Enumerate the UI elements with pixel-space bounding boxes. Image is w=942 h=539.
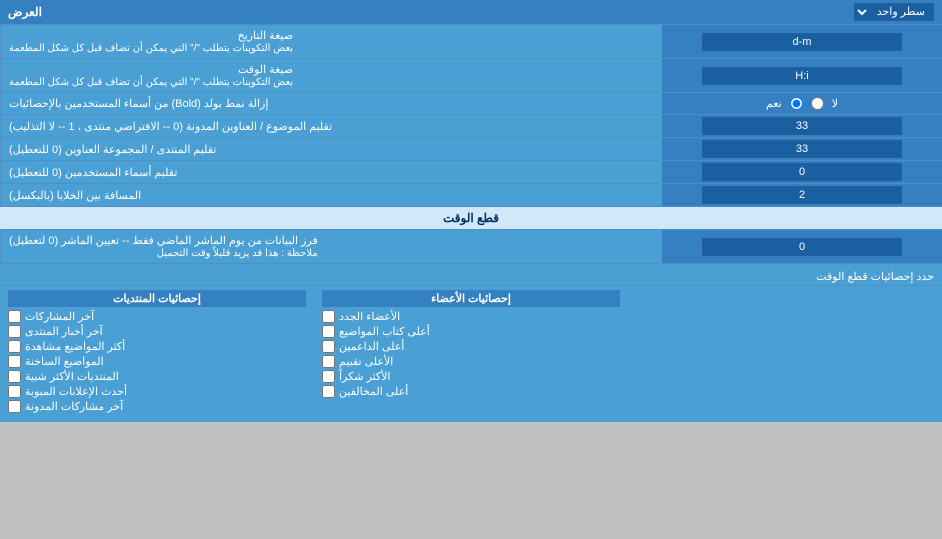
cb-most-viewed: أكثر المواضيع مشاهدة [8,339,306,354]
time-filter-input[interactable] [702,238,902,256]
user-names-label: تقليم أسماء المستخدمين (0 للتعطيل) [0,161,662,183]
cell-spacing-row: المسافة بين الخلايا (بالبكسل) [0,184,942,207]
time-format-input[interactable] [702,67,902,85]
user-names-input[interactable] [702,163,902,181]
date-format-input[interactable] [702,33,902,51]
cb-hot-topics-input[interactable] [8,355,21,368]
forum-address-input-cell [662,138,942,160]
cb-top-violations-input[interactable] [322,385,335,398]
time-cut-header: قطع الوقت [0,207,942,230]
cb-top-supporters: أعلى الداعمين [322,339,620,354]
cb-top-writers-input[interactable] [322,325,335,338]
bold-no-radio[interactable] [811,97,824,110]
cb-most-thanks: الأكثر شكراً [322,369,620,384]
cb-latest-posts: آخر المشاركات [8,309,306,324]
stats-posts-header: إحصائيات المنتديات [8,290,306,307]
time-filter-label: فرز البيانات من يوم الماشر الماضي فقط --… [0,230,662,263]
cb-new-members-input[interactable] [322,310,335,323]
cb-most-viewed-input[interactable] [8,340,21,353]
bold-yes-radio[interactable] [790,97,803,110]
cell-spacing-label: المسافة بين الخلايا (بالبكسل) [0,184,662,206]
time-format-input-cell [662,59,942,92]
cb-top-violations: أعلى المخالفين [322,384,620,399]
single-line-select[interactable]: سطر واحد سطران ثلاثة أسطر [854,3,934,21]
stats-members-col: إحصائيات الأعضاء الأعضاء الجدد أعلى كتاب… [314,288,628,416]
cb-most-forums: المنتديات الأكثر شبية [8,369,306,384]
bold-remove-row: لا نعم إزالة نمط بولد (Bold) من أسماء ال… [0,93,942,115]
cb-classified-ads: أحدث الإعلانات المبوبة [8,384,306,399]
cb-top-rated-input[interactable] [322,355,335,368]
bold-radio-cell: لا نعم [662,93,942,114]
stats-members-header: إحصائيات الأعضاء [322,290,620,307]
top-header-row: سطر واحد سطران ثلاثة أسطر العرض [0,0,942,25]
page-title: العرض [8,5,42,19]
cb-forum-news: آخر أخبار المنتدى [8,324,306,339]
forum-address-label: تقليم المنتدى / المجموعة العناوين (0 للت… [0,138,662,160]
cb-top-rated: الأعلى تقييم [322,354,620,369]
stats-section-label: حدد إحصائيات قطع الوقت [8,270,934,283]
cb-new-members: الأعضاء الجدد [322,309,620,324]
cb-top-supporters-input[interactable] [322,340,335,353]
topic-address-label: تقليم الموضوع / العناوين المدونة (0 -- ا… [0,115,662,137]
checkbox-columns: إحصائيات المنتديات آخر المشاركات آخر أخب… [0,286,942,418]
bold-remove-label: إزالة نمط بولد (Bold) من أسماء المستخدمي… [0,93,662,114]
main-container: سطر واحد سطران ثلاثة أسطر العرض صيغة الت… [0,0,942,422]
stats-section: حدد إحصائيات قطع الوقت إحصائيات المنتديا… [0,264,942,422]
cell-spacing-input[interactable] [702,186,902,204]
date-format-input-cell [662,25,942,58]
cb-blog-posts-input[interactable] [8,400,21,413]
bold-radio-group: لا نعم [762,95,842,112]
bold-yes-label: نعم [766,97,782,110]
time-format-label: صيغة الوقتبعض التكوينات يتطلب "/" التي ي… [0,59,662,92]
stats-empty-col [628,288,942,416]
forum-address-row: تقليم المنتدى / المجموعة العناوين (0 للت… [0,138,942,161]
stats-posts-col: إحصائيات المنتديات آخر المشاركات آخر أخب… [0,288,314,416]
cb-top-writers: أعلى كتاب المواضيع [322,324,620,339]
user-names-input-cell [662,161,942,183]
bold-no-label: لا [832,97,838,110]
time-filter-row: فرز البيانات من يوم الماشر الماضي فقط --… [0,230,942,264]
cb-latest-posts-input[interactable] [8,310,21,323]
date-format-row: صيغة التاريخبعض التكوينات يتطلب "/" التي… [0,25,942,59]
single-line-wrapper: سطر واحد سطران ثلاثة أسطر [854,3,934,21]
cb-forum-news-input[interactable] [8,325,21,338]
forum-address-input[interactable] [702,140,902,158]
cb-most-thanks-input[interactable] [322,370,335,383]
topic-address-input[interactable] [702,117,902,135]
topic-address-row: تقليم الموضوع / العناوين المدونة (0 -- ا… [0,115,942,138]
topic-address-input-cell [662,115,942,137]
cb-hot-topics: المواضيع الساخنة [8,354,306,369]
user-names-row: تقليم أسماء المستخدمين (0 للتعطيل) [0,161,942,184]
date-format-label: صيغة التاريخبعض التكوينات يتطلب "/" التي… [0,25,662,58]
cb-most-forums-input[interactable] [8,370,21,383]
cb-blog-posts: آخر مشاركات المدونة [8,399,306,414]
cb-classified-ads-input[interactable] [8,385,21,398]
stats-label-row: حدد إحصائيات قطع الوقت [0,268,942,286]
time-format-row: صيغة الوقتبعض التكوينات يتطلب "/" التي ي… [0,59,942,93]
time-filter-input-cell [662,230,942,263]
cell-spacing-input-cell [662,184,942,206]
